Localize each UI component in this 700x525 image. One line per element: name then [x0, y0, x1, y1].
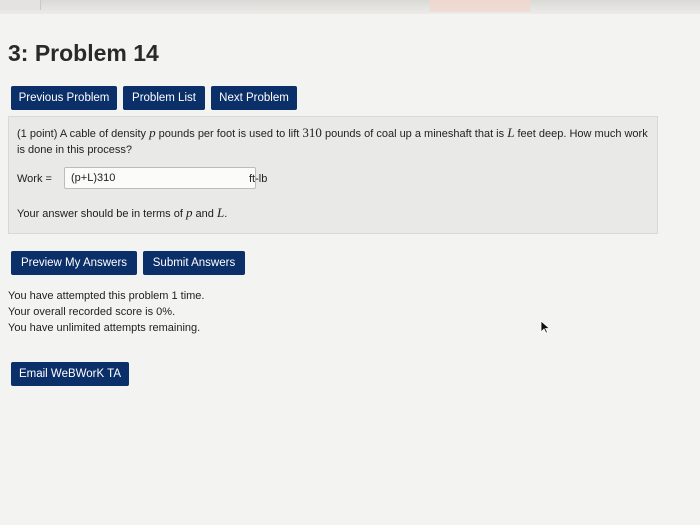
- mouse-cursor-icon: [540, 320, 550, 334]
- problem-list-button[interactable]: Problem List: [123, 86, 205, 110]
- variable-L: L: [507, 125, 515, 140]
- hint-text: .: [224, 208, 228, 220]
- attempts-status: You have attempted this problem 1 time.: [8, 290, 205, 302]
- weight-value: 310: [302, 125, 322, 140]
- variable-p: p: [149, 125, 156, 140]
- submit-answers-button[interactable]: Submit Answers: [143, 251, 245, 275]
- problem-box: (1 point) A cable of density p pounds pe…: [8, 116, 658, 234]
- hint-text: and: [195, 208, 214, 220]
- unit-label: ft-lb: [249, 173, 268, 185]
- problem-text-part: pounds of coal up a mineshaft that is: [324, 128, 505, 140]
- answer-hint: Your answer should be in terms of p and …: [17, 205, 227, 221]
- problem-points: (1 point): [17, 128, 58, 140]
- screen-glare: [430, 0, 530, 12]
- hint-text: Your answer should be in terms of: [17, 208, 183, 220]
- next-problem-button[interactable]: Next Problem: [211, 86, 297, 110]
- hint-variable-p: p: [185, 205, 193, 220]
- previous-problem-button[interactable]: Previous Problem: [11, 86, 117, 110]
- browser-tab[interactable]: [0, 0, 41, 10]
- remaining-status: You have unlimited attempts remaining.: [8, 322, 201, 334]
- problem-text-part: A cable of density: [59, 128, 147, 140]
- score-status: Your overall recorded score is 0%.: [8, 306, 176, 318]
- work-label: Work =: [17, 173, 52, 185]
- problem-statement: (1 point) A cable of density p pounds pe…: [17, 125, 657, 158]
- browser-top-strip: [0, 0, 700, 14]
- page-title: 3: Problem 14: [8, 40, 159, 66]
- answer-input[interactable]: [64, 167, 256, 189]
- email-ta-button[interactable]: Email WeBWorK TA: [11, 362, 129, 386]
- preview-answers-button[interactable]: Preview My Answers: [11, 251, 137, 275]
- problem-text-part: pounds per foot is used to lift: [158, 128, 300, 140]
